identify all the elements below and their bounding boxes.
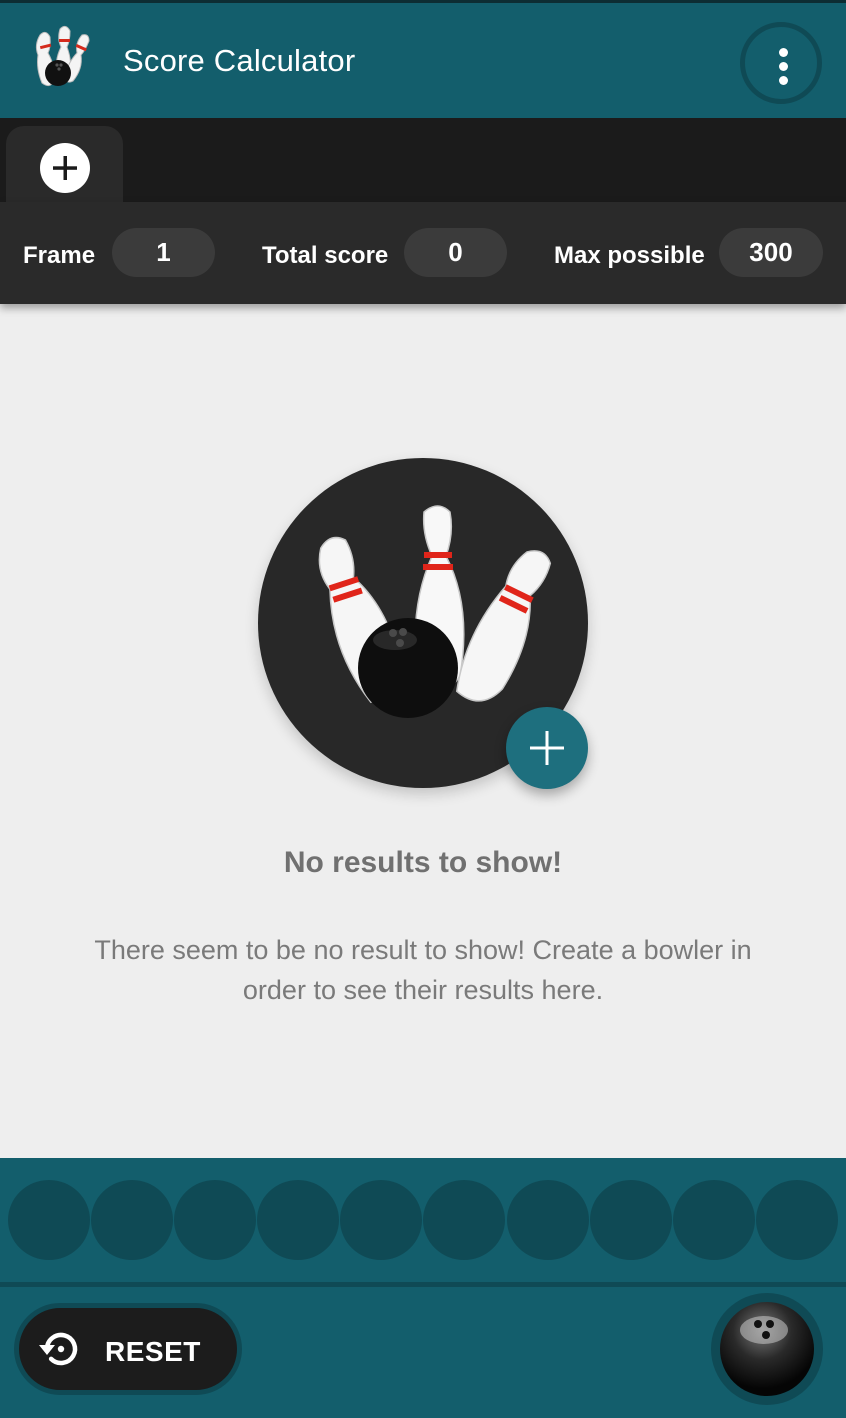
empty-state-title: No results to show! <box>283 846 563 879</box>
pin-slot-2[interactable] <box>91 1180 173 1260</box>
empty-state-description: There seem to be no result to show! Crea… <box>94 935 752 1005</box>
bowling-ball-holes <box>740 1316 788 1344</box>
max-possible-value: 300 <box>719 228 823 277</box>
bowling-pins-logo-icon <box>35 25 90 87</box>
reset-label: RESET <box>105 1336 201 1367</box>
more-vert-icon <box>779 48 788 57</box>
pin-slot-4[interactable] <box>257 1180 339 1260</box>
restore-icon <box>39 1332 78 1366</box>
reset-button[interactable]: RESET <box>14 1303 242 1395</box>
pin-slot-1[interactable] <box>8 1180 90 1260</box>
add-circle-icon <box>40 143 90 193</box>
max-possible-label: Max possible <box>554 242 705 269</box>
pin-slot-7[interactable] <box>507 1180 589 1260</box>
app-bar: Score Calculator <box>0 0 846 118</box>
add-icon <box>530 731 564 765</box>
pin-slot-6[interactable] <box>423 1180 505 1260</box>
add-bowler-button[interactable] <box>506 707 588 789</box>
total-score-label: Total score <box>262 242 389 269</box>
pin-slot-3[interactable] <box>174 1180 256 1260</box>
total-score-value: 0 <box>404 228 507 277</box>
pin-slot-8[interactable] <box>590 1180 672 1260</box>
bowler-tab-strip <box>0 118 846 210</box>
more-options-button[interactable] <box>740 22 822 104</box>
pin-slot-9[interactable] <box>673 1180 755 1260</box>
pin-slot-10[interactable] <box>756 1180 838 1260</box>
more-vert-icon-dot <box>779 62 788 71</box>
more-vert-icon-dot <box>779 76 788 85</box>
throw-ball-button[interactable] <box>711 1293 823 1405</box>
score-stats-bar: Frame 1 Total score 0 Max possible 300 <box>0 202 846 304</box>
frame-value: 1 <box>112 228 215 277</box>
pin-selector-bar <box>0 1158 846 1282</box>
add-bowler-tab[interactable] <box>6 126 123 210</box>
frame-label: Frame <box>23 242 96 269</box>
app-title: Score Calculator <box>123 43 356 78</box>
pin-slot-5[interactable] <box>340 1180 422 1260</box>
bowling-ball-icon <box>720 1302 814 1396</box>
